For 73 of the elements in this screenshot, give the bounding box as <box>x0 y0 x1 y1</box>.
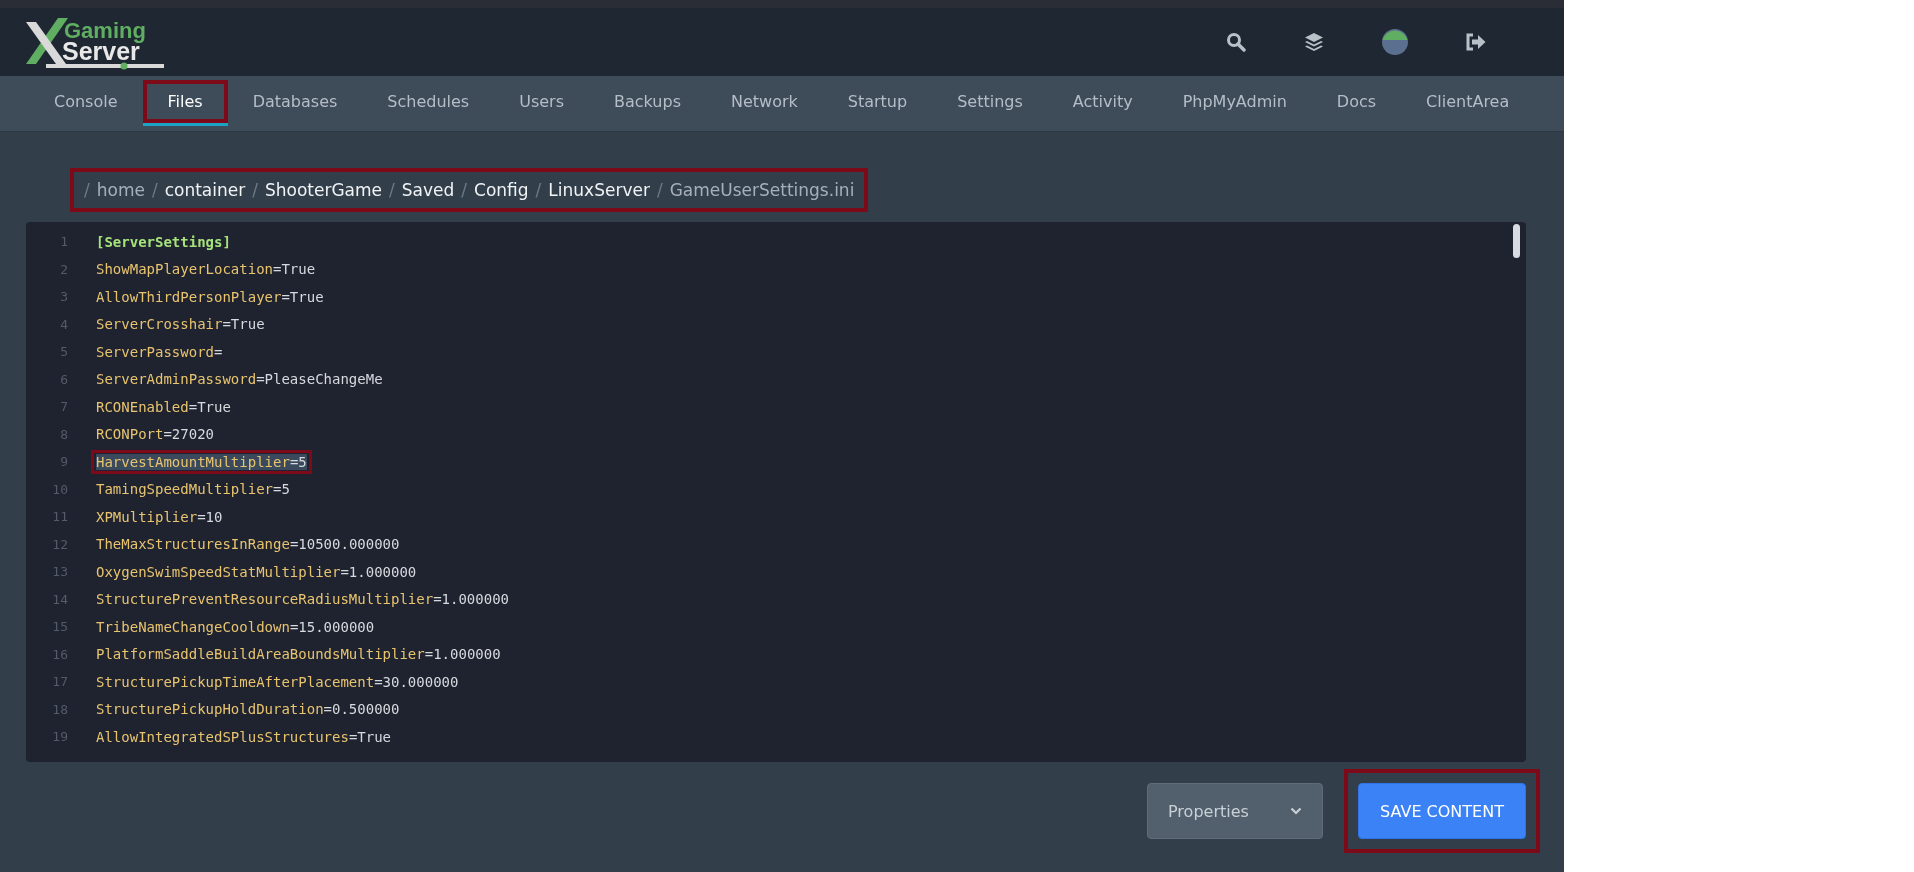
nav-tab[interactable]: Users <box>494 80 589 126</box>
line-number: 18 <box>51 701 68 717</box>
nav-tab[interactable]: Backups <box>589 80 706 126</box>
line-number: 5 <box>59 344 68 360</box>
code-line: ServerPassword= <box>95 342 224 362</box>
nav-tab[interactable]: Files <box>142 80 228 126</box>
line-number: 2 <box>59 261 68 277</box>
nav-tab[interactable]: Databases <box>227 80 363 126</box>
breadcrumb-text: GameUserSettings.ini <box>669 180 855 200</box>
code-line: AllowThirdPersonPlayer=True <box>95 287 325 307</box>
code-line: TheMaxStructuresInRange=10500.000000 <box>95 535 401 555</box>
line-number: 15 <box>51 619 68 635</box>
line-number: 9 <box>59 454 68 470</box>
line-number: 17 <box>51 674 68 690</box>
search-icon[interactable] <box>1226 32 1246 52</box>
line-number: 3 <box>59 289 68 305</box>
line-number: 14 <box>51 591 68 607</box>
nav-tab[interactable]: Startup <box>822 80 933 126</box>
code-line: ShowMapPlayerLocation=True <box>95 260 317 280</box>
code-line: AllowIntegratedSPlusStructures=True <box>95 727 393 747</box>
code-line: ServerCrosshair=True <box>95 315 266 335</box>
code-line: ServerAdminPassword=PleaseChangeMe <box>95 370 384 390</box>
code-line: OxygenSwimSpeedStatMultiplier=1.000000 <box>95 562 418 582</box>
breadcrumb-link[interactable]: Saved <box>401 180 455 200</box>
code-line: XPMultiplier=10 <box>95 507 224 527</box>
code-line: StructurePickupHoldDuration=0.500000 <box>95 700 401 720</box>
line-number: 1 <box>59 234 68 250</box>
code-line: [ServerSettings] <box>95 232 232 252</box>
code-line: StructurePreventResourceRadiusMultiplier=1.000000 <box>95 590 510 610</box>
avatar-icon[interactable] <box>1382 29 1408 55</box>
save-content-button[interactable]: SAVE CONTENT <box>1358 783 1526 839</box>
breadcrumb-separator: / <box>461 180 468 200</box>
code-line: TribeNameChangeCooldown=15.000000 <box>95 617 376 637</box>
nav-tab[interactable]: PhpMyAdmin <box>1157 80 1312 126</box>
breadcrumb-link[interactable]: LinuxServer <box>548 180 650 200</box>
breadcrumb-separator: / <box>535 180 542 200</box>
nav-tab[interactable]: Docs <box>1311 80 1402 126</box>
line-number: 16 <box>51 646 68 662</box>
code-line: RCONPort=27020 <box>95 425 215 445</box>
line-number: 19 <box>51 729 68 745</box>
breadcrumb-separator: / <box>389 180 395 200</box>
properties-dropdown[interactable]: Properties <box>1147 783 1323 839</box>
nav-tab[interactable]: Settings <box>932 80 1048 126</box>
breadcrumb-separator: / <box>252 180 258 200</box>
line-number: 11 <box>51 509 68 525</box>
line-number: 13 <box>51 564 68 580</box>
breadcrumb-link[interactable]: Config <box>474 180 529 200</box>
code-line: StructurePickupTimeAfterPlacement=30.000000 <box>95 672 460 692</box>
code-line: RCONEnabled=True <box>95 397 232 417</box>
chevron-down-icon <box>1290 807 1302 815</box>
layers-icon[interactable] <box>1304 32 1324 52</box>
scrollbar-thumb[interactable] <box>1513 224 1520 258</box>
line-number: 10 <box>51 481 68 497</box>
nav-tab[interactable]: Schedules <box>362 80 495 126</box>
code-line: PlatformSaddleBuildAreaBoundsMultiplier=1.000000 <box>95 645 502 665</box>
logout-icon[interactable] <box>1466 33 1486 51</box>
breadcrumb-separator: / <box>656 180 663 200</box>
line-number: 4 <box>59 316 68 332</box>
breadcrumb-separator: / <box>84 180 90 200</box>
line-number: 7 <box>59 399 68 415</box>
nav-tab[interactable]: Console <box>29 80 143 126</box>
breadcrumb-text: home <box>96 180 145 200</box>
breadcrumb-separator: / <box>151 180 158 200</box>
nav-tab[interactable]: ClientArea <box>1401 80 1535 126</box>
breadcrumb-link[interactable]: container <box>164 180 246 200</box>
line-number: 8 <box>59 426 68 442</box>
nav-tab[interactable]: Network <box>705 80 823 126</box>
line-number: 12 <box>51 536 68 552</box>
breadcrumb-link[interactable]: ShooterGame <box>264 180 383 200</box>
logo-text: Gaming <box>64 20 146 42</box>
line-number: 6 <box>59 371 68 387</box>
nav-tab[interactable]: Activity <box>1047 80 1158 126</box>
code-line: TamingSpeedMultiplier=5 <box>95 480 291 500</box>
